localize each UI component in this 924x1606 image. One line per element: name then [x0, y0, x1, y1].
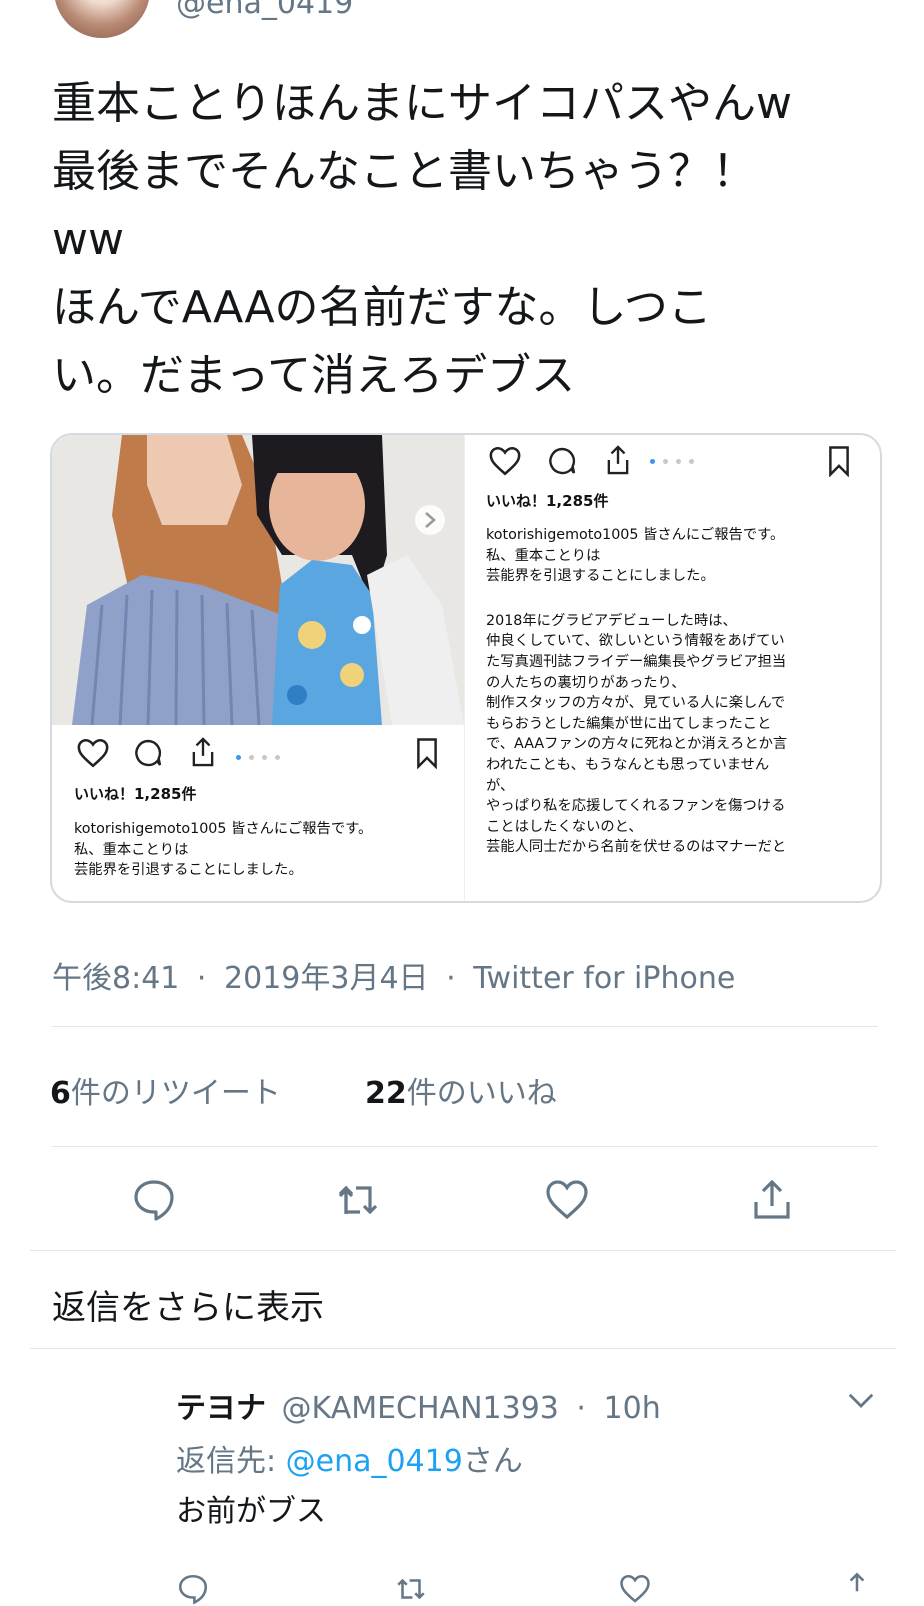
instagram-photo	[52, 435, 464, 725]
tweet-line: ww	[52, 214, 124, 265]
retweets-count: 6	[50, 1076, 71, 1111]
tweet-line: 重本ことりほんまにサイコパスやんw	[52, 78, 792, 129]
reply-to-handle[interactable]: @ena_0419	[286, 1444, 463, 1479]
tweet-line: ほんでAAAの名前だすな。しつこ	[52, 282, 712, 333]
reply-to-suffix: さん	[462, 1444, 523, 1479]
share-icon[interactable]	[748, 1176, 796, 1224]
instagram-caption: kotorishigemoto1005 皆さんにご報告です。 私、重本ことりは …	[486, 525, 876, 858]
retweet-icon[interactable]	[394, 1572, 428, 1606]
divider	[30, 1250, 896, 1251]
photo-illustration	[52, 435, 464, 725]
tweet-media-image[interactable]: いいね！1,285件 kotorishigemoto1005 皆さんにご報告です…	[50, 433, 882, 903]
reply-header: テヨナ @KAMECHAN1393 · 10h	[176, 1383, 661, 1427]
tweet-date: 2019年3月4日	[224, 961, 429, 996]
caption-line: 芸能人同士だから名前を伏せるのはマナーだと	[486, 839, 787, 856]
caption-line: われたことも、もうなんとも思っていません	[486, 756, 770, 773]
share-icon[interactable]	[187, 735, 219, 769]
caption-line: 芸能界を引退することにしました。	[74, 862, 303, 879]
bookmark-icon[interactable]	[826, 445, 852, 477]
reply-text: お前がブス	[176, 1494, 326, 1529]
tweet-client[interactable]: Twitter for iPhone	[473, 961, 735, 996]
reply-to: 返信先: @ena_0419さん	[176, 1436, 523, 1480]
reply-time: 10h	[603, 1391, 661, 1426]
caption-line: kotorishigemoto1005 皆さんにご報告です。	[486, 527, 785, 543]
reply-author-handle[interactable]: @KAMECHAN1393	[282, 1391, 559, 1426]
tweet-line: 最後までそんなこと書いちゃう？！	[52, 146, 756, 197]
caption-line: やっぱり私を応援してくれるファンを傷つける	[486, 798, 786, 815]
like-icon[interactable]	[543, 1176, 591, 1224]
meta-separator: ·	[196, 961, 207, 996]
tweet-text: 重本ことりほんまにサイコパスやんw 最後までそんなこと書いちゃう？！ ww ほん…	[52, 70, 882, 410]
reply-icon[interactable]	[130, 1176, 178, 1224]
reply-to-prefix: 返信先:	[176, 1444, 286, 1479]
likes-count: 22	[365, 1076, 407, 1111]
bookmark-icon[interactable]	[414, 737, 440, 769]
comment-icon[interactable]	[132, 737, 164, 769]
instagram-likes: いいね！1,285件	[74, 785, 197, 803]
caption-line: が、	[486, 777, 515, 794]
caption-line: 2018年にグラビアデビューした時は、	[486, 612, 737, 629]
caption-line: の人たちの裏切りがあったり、	[486, 674, 686, 691]
caption-line: 芸能界を引退することにしました。	[486, 568, 715, 585]
share-icon[interactable]	[602, 443, 634, 477]
retweets-stat[interactable]: 6件のリツイート	[50, 1068, 281, 1112]
caption-line: 私、重本ことりは	[74, 841, 189, 858]
divider	[52, 1146, 878, 1147]
caption-line: た写真週刊誌フライデー編集長やグラビア担当	[486, 653, 787, 670]
retweet-icon[interactable]	[334, 1176, 382, 1224]
divider	[52, 1026, 878, 1027]
retweets-label: 件のリツイート	[70, 1076, 281, 1111]
reply-icon[interactable]	[176, 1572, 210, 1606]
caption-line: ことはしたくないのと、	[486, 818, 643, 835]
carousel-dots	[650, 449, 695, 468]
caption-line	[486, 587, 876, 611]
author-avatar[interactable]	[54, 0, 150, 38]
caption-line: 仲良くしていて、欲しいという情報をあげてい	[486, 633, 785, 650]
heart-icon[interactable]	[76, 737, 110, 769]
divider	[30, 1348, 896, 1349]
meta-separator: ·	[446, 961, 456, 996]
instagram-caption: kotorishigemoto1005 皆さんにご報告です。 私、重本ことりは …	[74, 819, 372, 881]
comment-icon[interactable]	[546, 445, 578, 477]
instagram-likes: いいね！1,285件	[486, 492, 609, 510]
author-handle[interactable]: @ena_0419	[176, 0, 353, 21]
caption-line: 制作スタッフの方々が、見ている人に楽しんで	[486, 695, 786, 712]
caption-line: もらおうとした編集が世に出てしまったこと	[486, 715, 772, 732]
show-more-replies[interactable]: 返信をさらに表示	[52, 1280, 324, 1329]
tweet-line: い。だまって消えろデブス	[52, 350, 576, 401]
likes-stat[interactable]: 22件のいいね	[365, 1068, 557, 1112]
tweet-meta: 午後8:41 · 2019年3月4日 · Twitter for iPhone	[52, 953, 735, 997]
carousel-dots	[236, 745, 281, 764]
reply-separator: ·	[576, 1391, 586, 1426]
reply-author-name[interactable]: テヨナ	[176, 1391, 266, 1426]
chevron-down-icon[interactable]	[846, 1390, 876, 1412]
heart-icon[interactable]	[488, 445, 522, 477]
panel-divider	[464, 435, 465, 901]
caption-line: 私、重本ことりは	[486, 547, 601, 564]
likes-label: 件のいいね	[406, 1076, 557, 1111]
tweet-time: 午後8:41	[52, 961, 180, 996]
caption-line: で、AAAファンの方々に死ねとか消えろとか言	[486, 736, 788, 753]
like-icon[interactable]	[618, 1572, 652, 1606]
caption-line: kotorishigemoto1005 皆さんにご報告です。	[74, 821, 373, 837]
share-icon[interactable]	[840, 1570, 874, 1604]
